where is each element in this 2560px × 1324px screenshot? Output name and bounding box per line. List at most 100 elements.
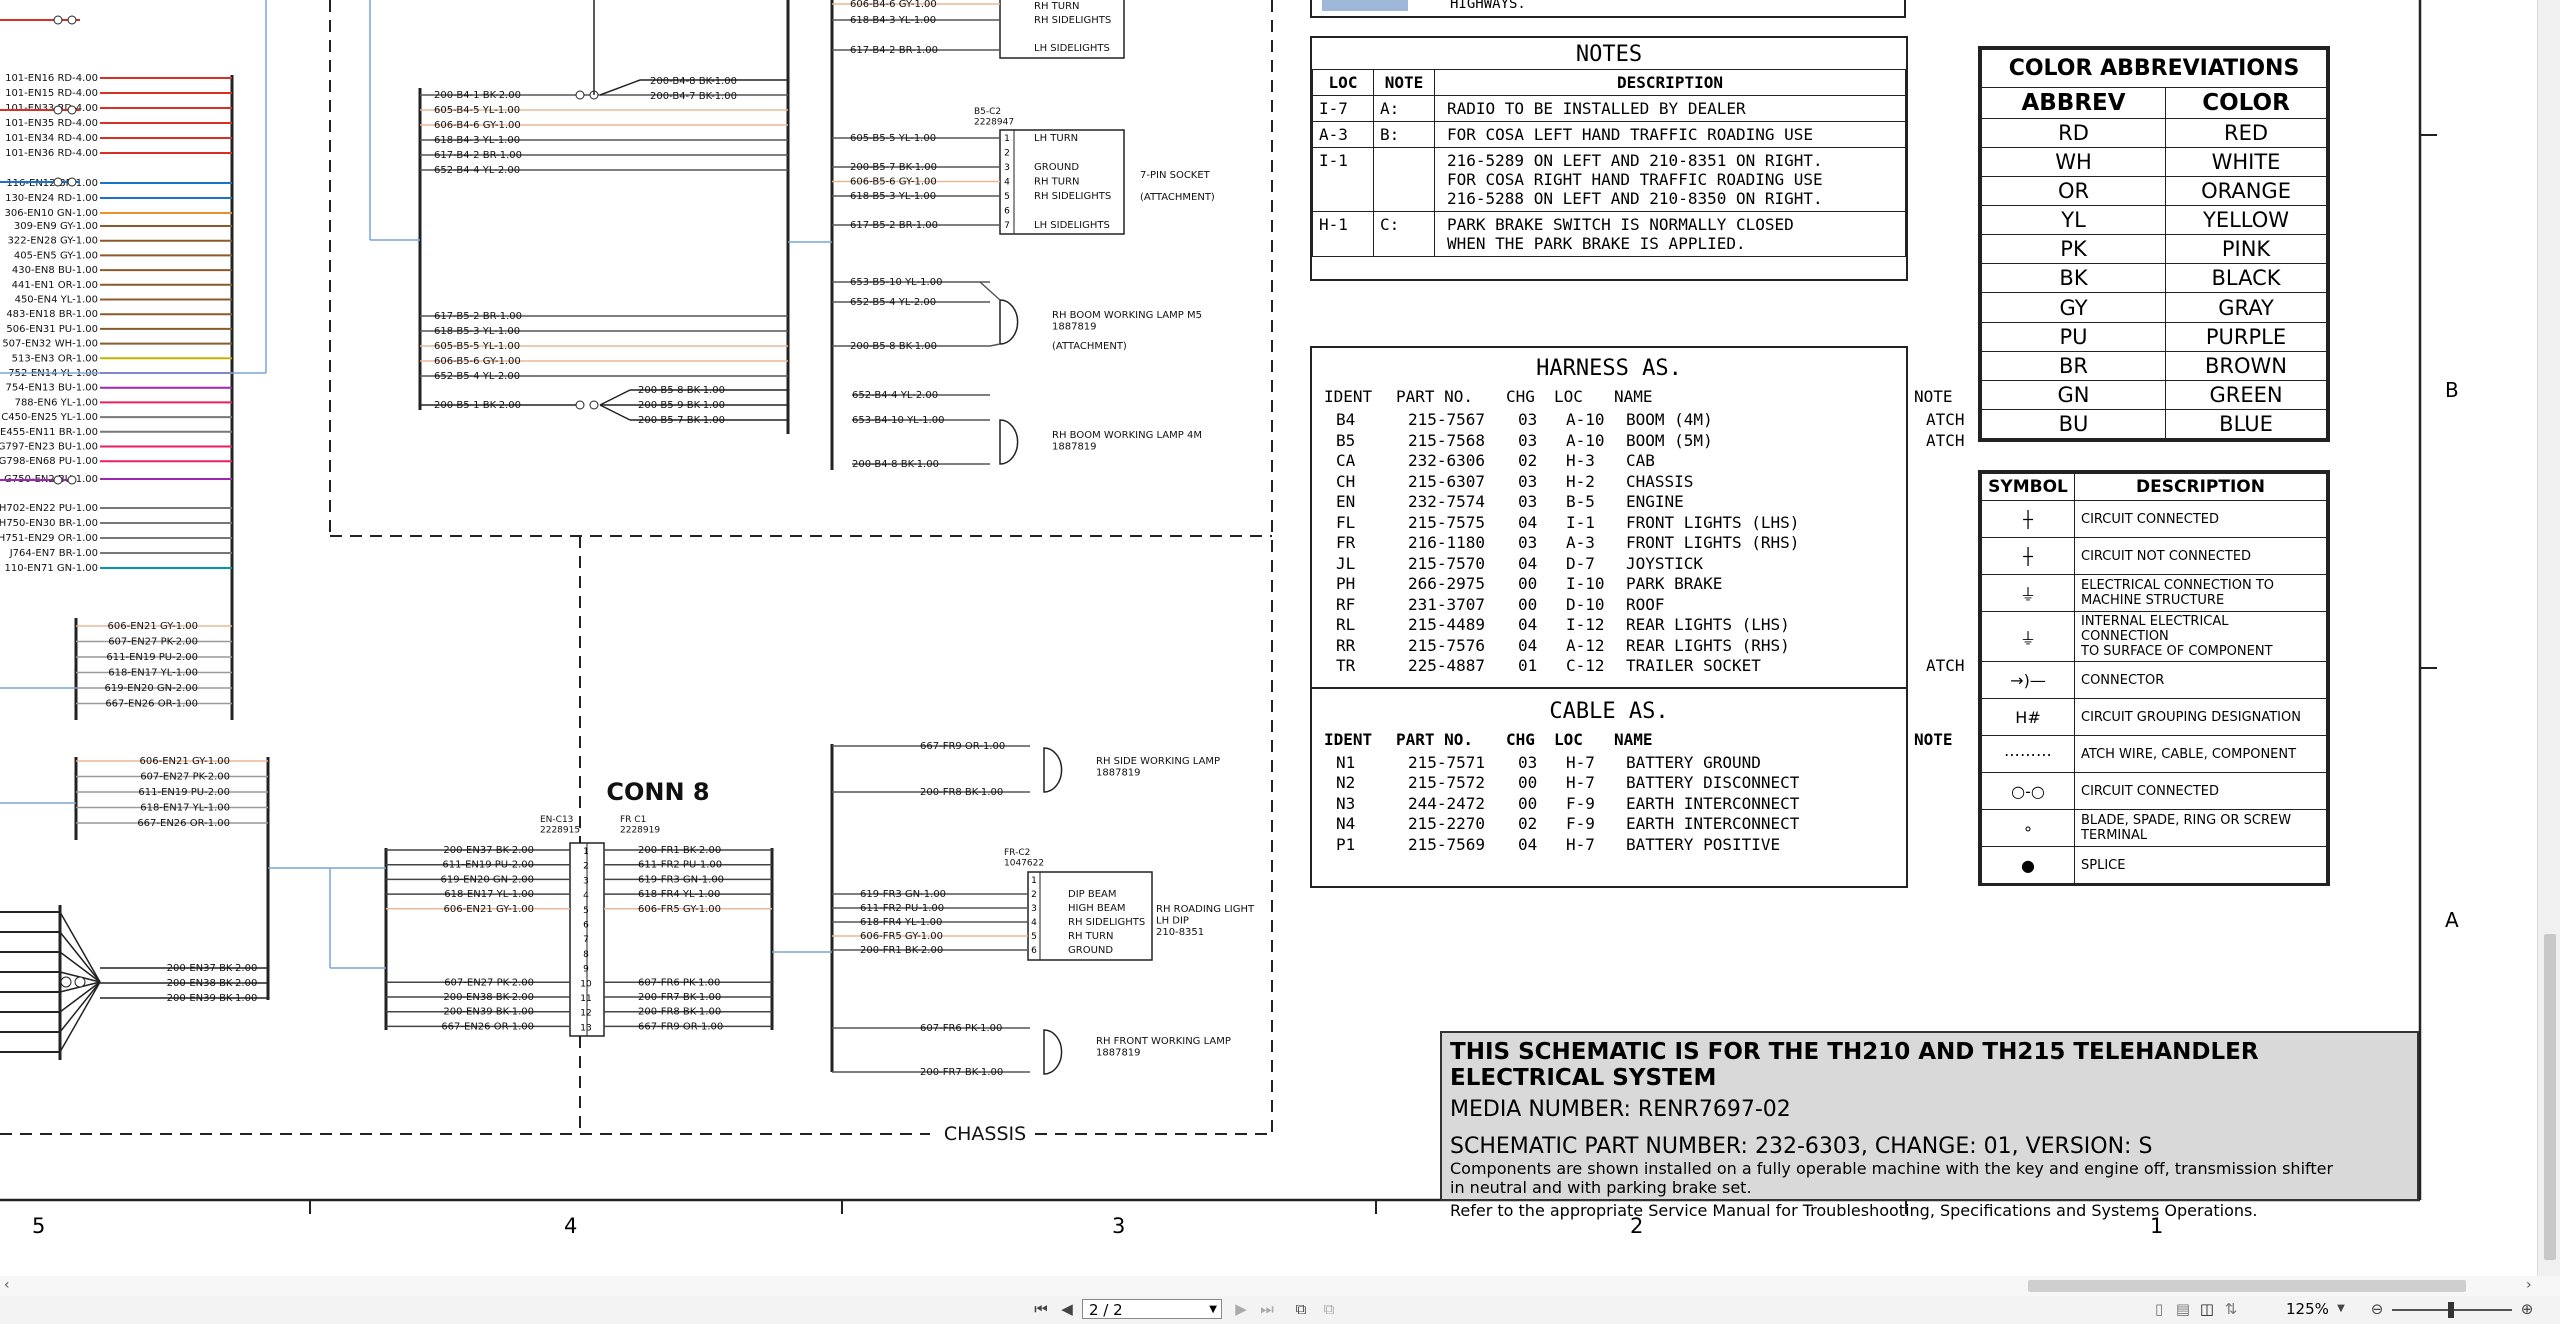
group-wire-label: 618-EN17 YL-1.00 <box>140 803 230 814</box>
previous-page-icon[interactable]: ◀ <box>1056 1298 1078 1320</box>
harness-note <box>1926 472 1986 493</box>
engine-wire-label: E455-EN11 BR-1.00 <box>0 427 98 438</box>
horizontal-scrollbar[interactable]: ‹ › <box>0 1276 2560 1296</box>
socket-pin-label: GROUND <box>1034 162 1079 173</box>
harness-ident: FL <box>1336 512 1356 532</box>
frc2-pin-label: HIGH BEAM <box>1068 903 1126 914</box>
socket-pin-number: 6 <box>1004 207 1010 217</box>
color-row: BK BLACK <box>1980 263 2327 294</box>
socket-label: 7-PIN SOCKET <box>1140 170 1211 181</box>
symbol-header-symbol: SYMBOL <box>1981 473 2075 501</box>
chassis-label: CHASSIS <box>944 1123 1026 1145</box>
component-ground-icon: ⏚ <box>1981 611 2075 662</box>
rh-roading-light-label: RH ROADING LIGHT LH DIP 210-8351 <box>1156 904 1255 938</box>
harness-note: ATCH <box>1926 410 1965 429</box>
harness-row: B4 215-7567 03 A-10 BOOM (4M) ATCH <box>1312 410 1965 431</box>
single-page-icon[interactable]: ▯ <box>2148 1298 2170 1320</box>
harness-name: BOOM (5M) <box>1626 430 1713 450</box>
scroll-left-icon[interactable]: ‹ <box>4 1277 10 1293</box>
harness-chg: 00 <box>1518 574 1538 593</box>
harness-part-number: 215-7575 <box>1408 512 1486 532</box>
two-page-continuous-icon[interactable]: ⇅ <box>2220 1298 2242 1320</box>
ground-wire-label: 200-EN37 BK-2.00 <box>167 963 258 974</box>
symbol-row: ⏚ INTERNAL ELECTRICAL CONNECTION TO SURFA… <box>1981 611 2327 662</box>
title-line-system: THIS SCHEMATIC IS FOR THE TH210 AND TH21… <box>1450 1039 2259 1091</box>
harness-ident: B4 <box>1336 410 1356 429</box>
harness-ident: TR <box>1336 656 1356 675</box>
color-row: WH WHITE <box>1980 147 2327 178</box>
conn8-pin-number: 8 <box>583 950 589 960</box>
harness-name: BOOM (4M) <box>1626 410 1713 429</box>
lamp-wire-label: 653-B4-10 YL-1.00 <box>852 415 944 426</box>
two-page-icon[interactable]: ◫ <box>2196 1298 2218 1320</box>
harness-loc: I-10 <box>1566 574 1605 593</box>
color-row: BR BROWN <box>1980 350 2327 381</box>
first-page-icon[interactable]: ⏮ <box>1030 1298 1052 1320</box>
copy-view-icon[interactable]: ⧉ <box>1290 1298 1312 1320</box>
engine-wire-label: 101-EN34 RD-4.00 <box>5 133 98 144</box>
conn8-pin-number: 9 <box>583 965 589 975</box>
zoom-in-icon[interactable]: ⊕ <box>2516 1298 2538 1320</box>
harness-row: CH 215-6307 03 H-2 CHASSIS <box>1312 472 1906 493</box>
conn8-wire-label: 667-FR9 OR-1.00 <box>638 1021 723 1032</box>
zoom-level[interactable]: 125% <box>2286 1300 2329 1318</box>
horizontal-scroll-thumb[interactable] <box>2028 1280 2466 1292</box>
conn8-wire-label: 200-FR7 BK-1.00 <box>638 992 721 1003</box>
frc2-wire-label: 200-FR1 BK-2.00 <box>860 945 943 956</box>
page-number-field[interactable]: 2 / 2 ▼ <box>1082 1299 1222 1319</box>
color-name: BLACK <box>2165 263 2327 294</box>
splice-open-icon <box>67 105 77 115</box>
scroll-right-icon[interactable]: › <box>2526 1277 2532 1293</box>
circuit-connected-icon: ┼ <box>1981 500 2075 538</box>
vertical-scrollbar[interactable] <box>2537 0 2560 1276</box>
b4-wire-label: 617-B4-2 BR-1.00 <box>434 150 522 161</box>
frc2-pin-label: GROUND <box>1068 945 1113 956</box>
harness-part-number: 215-7567 <box>1408 410 1486 429</box>
harness-ident: RR <box>1336 635 1356 655</box>
socket-pin-label: RH SIDELIGHTS <box>1034 15 1111 26</box>
ground-wire-label: 200-EN39 BK-1.00 <box>167 993 258 1004</box>
cable-ident: P1 <box>1336 834 1356 854</box>
symbol-row: →)— CONNECTOR <box>1981 661 2327 699</box>
engine-wire-label: G798-EN68 PU-1.00 <box>0 456 98 467</box>
socket-wire-label: 617-B4-2 BR-1.00 <box>850 45 938 56</box>
lamp-wire-label: 653-B5-10 YL-1.00 <box>850 277 942 288</box>
frc2-wire-label: 611-FR2 PU-1.00 <box>860 903 944 914</box>
color-name: ORANGE <box>2165 176 2327 207</box>
zoom-out-icon[interactable]: ⊖ <box>2366 1298 2388 1320</box>
cable-chg: 03 <box>1518 752 1538 772</box>
lamp-wire-label: 607-FR6 PK-1.00 <box>920 1023 1002 1034</box>
harness-note <box>1926 636 1986 657</box>
engine-wire-label: 507-EN32 WH-1.00 <box>2 339 98 350</box>
zoom-slider-thumb[interactable] <box>2448 1302 2454 1318</box>
engine-wire-label: H751-EN29 OR-1.00 <box>0 533 98 544</box>
cable-loc: F-9 <box>1566 793 1595 813</box>
splice-open-icon <box>589 400 599 410</box>
title-line-part: SCHEMATIC PART NUMBER: 232-6303, CHANGE:… <box>1450 1134 2153 1159</box>
paste-view-icon[interactable]: ⧉ <box>1318 1298 1340 1320</box>
continuous-page-icon[interactable]: ▤ <box>2172 1298 2194 1320</box>
notes-description: 216-5289 ON LEFT AND 210-8351 ON RIGHT. … <box>1434 147 1906 212</box>
vertical-scroll-thumb[interactable] <box>2544 934 2556 1260</box>
color-row: GN GREEN <box>1980 379 2327 410</box>
color-name: RED <box>2165 117 2327 149</box>
harness-chg: 04 <box>1518 553 1538 573</box>
cable-note <box>1926 794 1986 815</box>
zoom-dropdown-icon[interactable]: ▼ <box>2330 1298 2352 1320</box>
socket-pin-number: 1 <box>1004 134 1010 144</box>
page-navigation-bar: ⏮ ◀ 2 / 2 ▼ ▶ ⏭ ⧉ ⧉ ▯ ▤ ◫ ⇅ 125% ▼ ⊖ ⊕ <box>0 1296 2560 1324</box>
circuit-connected-open-icon: ○-○ <box>1981 772 2075 810</box>
title-line-media: MEDIA NUMBER: RENR7697-02 <box>1450 1097 1791 1122</box>
cable-part-number: 215-2270 <box>1408 814 1486 833</box>
next-page-icon[interactable]: ▶ <box>1230 1298 1252 1320</box>
conn8-wire-label: 667-EN26 OR-1.00 <box>441 1021 534 1032</box>
page-dropdown-icon[interactable]: ▼ <box>1209 1300 1217 1320</box>
b5-wire-label: 652-B5-4 YL-2.00 <box>434 371 520 382</box>
last-page-icon[interactable]: ⏭ <box>1256 1298 1278 1320</box>
harness-ident: FR <box>1336 533 1356 552</box>
conn8-wire-label: 606-FR5 GY-1.00 <box>638 904 721 915</box>
atch-wire-icon: ⋯⋯⋯ <box>1981 735 2075 773</box>
title-block: THIS SCHEMATIC IS FOR THE TH210 AND TH21… <box>1440 1031 2419 1220</box>
harness-ident: RL <box>1336 615 1356 634</box>
socket-pin-label: LH SIDELIGHTS <box>1034 43 1110 54</box>
